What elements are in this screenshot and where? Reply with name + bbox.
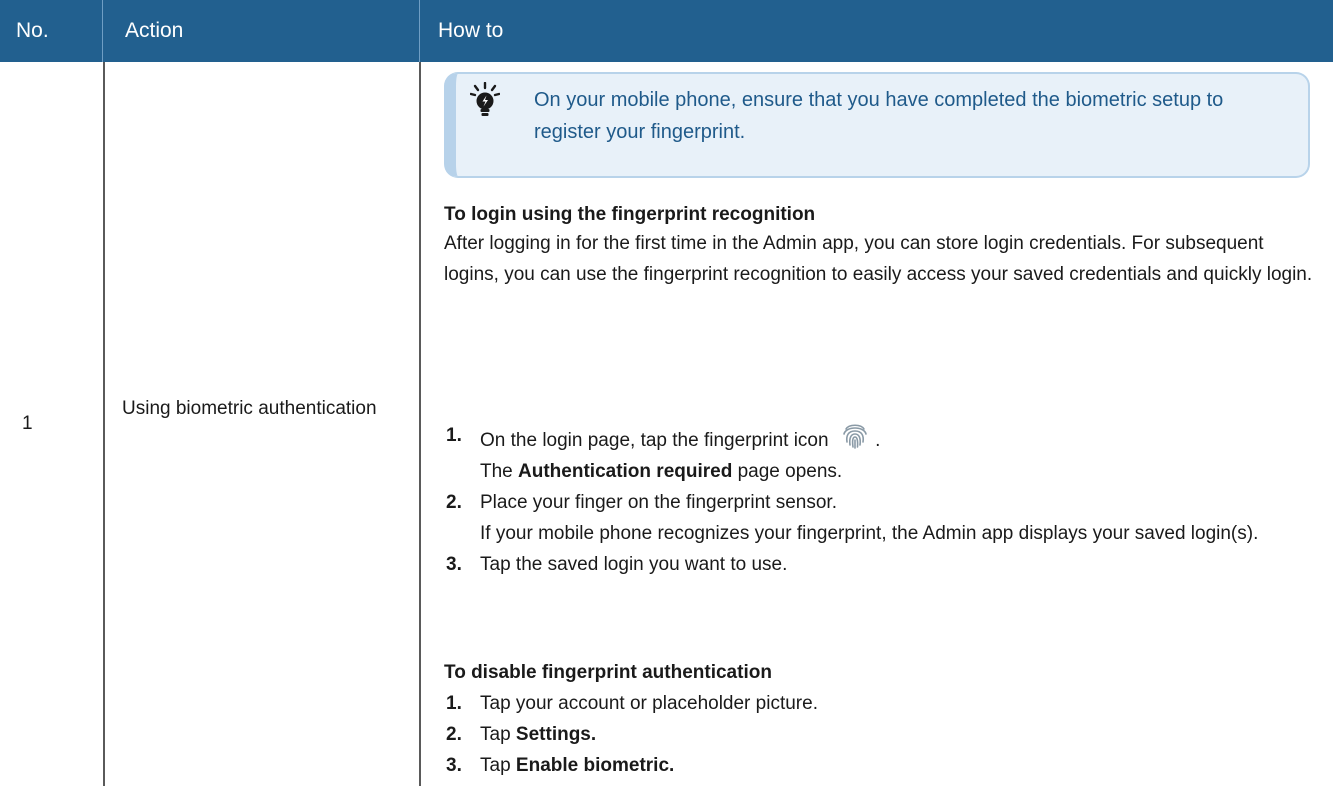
fingerprint-icon bbox=[840, 420, 870, 450]
tip-text: On your mobile phone, ensure that you ha… bbox=[534, 89, 1224, 143]
column-divider bbox=[103, 62, 105, 786]
tip-callout: On your mobile phone, ensure that you ha… bbox=[444, 72, 1310, 178]
list-item: 1. Tap your account or placeholder pictu… bbox=[446, 693, 818, 714]
list-item: 2. Place your finger on the fingerprint … bbox=[446, 492, 1259, 544]
list-item: 3. Tap Enable biometric. bbox=[446, 755, 675, 776]
disable-section-title: To disable fingerprint authentication bbox=[444, 662, 772, 683]
row-number: 1 bbox=[22, 413, 33, 434]
lightbulb-icon bbox=[469, 81, 501, 122]
column-divider bbox=[419, 62, 421, 786]
list-item: 1. On the login page, tap the fingerprin… bbox=[444, 420, 1314, 487]
login-section-intro: After logging in for the first time in t… bbox=[444, 233, 1313, 285]
list-item: 2. Tap Settings. bbox=[446, 724, 597, 745]
instructions-table: No. Action How to 1 Using biometric auth… bbox=[0, 0, 1333, 786]
login-steps: 1. On the login page, tap the fingerprin… bbox=[444, 420, 1314, 580]
disable-section: To disable fingerprint authentication 1.… bbox=[444, 660, 1314, 781]
row-action: Using biometric authentication bbox=[122, 398, 377, 419]
table-header: No. Action How to bbox=[0, 0, 1333, 62]
login-section: To login using the fingerprint recogniti… bbox=[444, 202, 1314, 290]
header-how-to: How to bbox=[438, 19, 504, 42]
login-section-title: To login using the fingerprint recogniti… bbox=[444, 204, 816, 225]
list-item: 3. Tap the saved login you want to use. bbox=[446, 554, 788, 575]
header-action: Action bbox=[103, 0, 420, 62]
header-no: No. bbox=[0, 0, 103, 62]
